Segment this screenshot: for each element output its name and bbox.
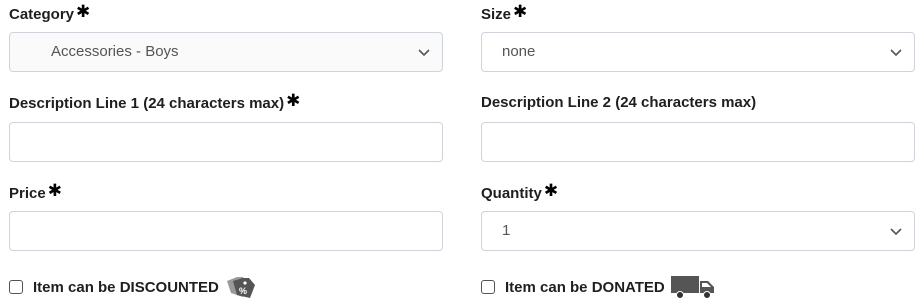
required-mark: ✱ [47, 181, 62, 200]
category-label-text: Category [9, 6, 75, 23]
desc1-label: Description Line 1 (24 characters max) ✱ [9, 91, 301, 113]
desc2-input[interactable] [481, 122, 915, 162]
price-label: Price ✱ [9, 181, 62, 203]
donate-checkbox[interactable] [481, 280, 495, 294]
size-label: Size ✱ [481, 2, 528, 24]
size-select[interactable]: none [481, 32, 915, 72]
discount-tag-icon: % [226, 277, 255, 298]
donate-option: Item can be DONATED [481, 276, 717, 299]
price-label-text: Price [9, 185, 46, 202]
desc1-input[interactable] [9, 122, 443, 162]
category-select-value: Accessories - Boys [51, 43, 179, 60]
discount-checkbox[interactable] [9, 280, 23, 294]
size-select-value: none [502, 43, 536, 60]
quantity-select-value: 1 [502, 222, 511, 239]
quantity-label-text: Quantity [481, 185, 542, 202]
chevron-down-icon [890, 228, 902, 236]
discount-label: Item can be DISCOUNTED [33, 278, 219, 296]
discount-option: Item can be DISCOUNTED % [9, 276, 259, 298]
required-mark: ✱ [513, 2, 528, 21]
desc2-label: Description Line 2 (24 characters max) [481, 94, 756, 112]
quantity-select[interactable]: 1 [481, 211, 915, 251]
donate-label: Item can be DONATED [505, 278, 665, 296]
required-mark: ✱ [286, 91, 301, 110]
chevron-down-icon [890, 49, 902, 57]
category-select[interactable]: Accessories - Boys [9, 32, 443, 72]
desc2-label-text: Description Line 2 (24 characters max) [481, 94, 757, 111]
chevron-down-icon [418, 49, 430, 57]
delivery-truck-icon [670, 276, 714, 299]
category-label: Category ✱ [9, 2, 91, 24]
required-mark: ✱ [543, 181, 559, 200]
price-input[interactable] [9, 211, 443, 251]
required-mark: ✱ [76, 2, 91, 21]
quantity-label: Quantity ✱ [481, 181, 559, 203]
size-label-text: Size [481, 6, 512, 23]
desc1-label-text: Description Line 1 (24 characters max) [9, 95, 285, 112]
svg-text:%: % [239, 286, 247, 296]
